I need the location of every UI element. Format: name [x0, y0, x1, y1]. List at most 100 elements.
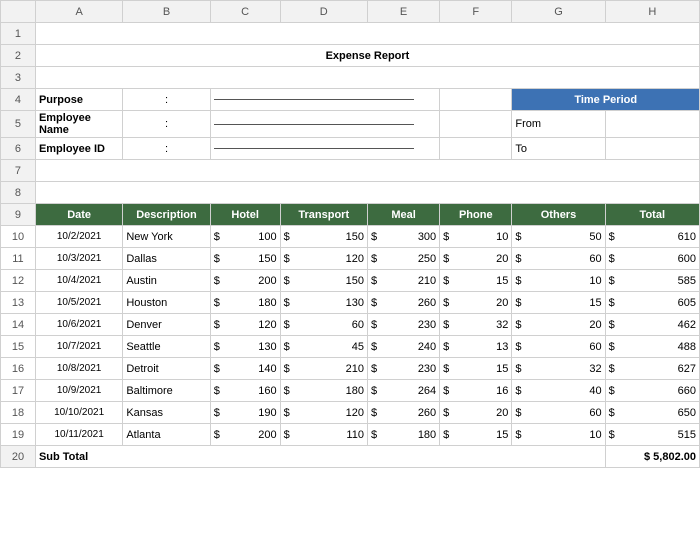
row-16: 16 10/8/2021 Detroit $140 $210 $230 $15 …: [1, 358, 700, 380]
employee-id-underline[interactable]: [214, 148, 414, 149]
row-num-19: 19: [1, 424, 36, 446]
phone-9: $15: [440, 424, 512, 446]
meal-5: $240: [367, 336, 439, 358]
hotel-7: $160: [210, 380, 280, 402]
date-6: 10/8/2021: [35, 358, 122, 380]
row-num-8: 8: [1, 182, 36, 204]
row6-gap: [440, 138, 512, 160]
phone-3: $20: [440, 292, 512, 314]
others-7: $40: [512, 380, 605, 402]
from-label: From: [512, 111, 605, 138]
desc-5: Seattle: [123, 336, 210, 358]
purpose-value[interactable]: [210, 89, 439, 111]
employee-name-underline[interactable]: [214, 124, 414, 125]
desc-2: Austin: [123, 270, 210, 292]
row-num-12: 12: [1, 270, 36, 292]
hotel-2: $200: [210, 270, 280, 292]
col-header-g: G: [512, 1, 605, 23]
row-1: 1: [1, 23, 700, 45]
phone-8: $20: [440, 402, 512, 424]
hotel-8: $190: [210, 402, 280, 424]
row-5: 5 Employee Name : From: [1, 111, 700, 138]
total-6: $627: [605, 358, 699, 380]
purpose-colon: :: [123, 89, 210, 111]
row-10: 10 10/2/2021 New York $100 $150 $300 $10…: [1, 226, 700, 248]
transport-8: $120: [280, 402, 367, 424]
row-11: 11 10/3/2021 Dallas $150 $120 $250 $20 $…: [1, 248, 700, 270]
hotel-6: $140: [210, 358, 280, 380]
meal-8: $260: [367, 402, 439, 424]
phone-4: $32: [440, 314, 512, 336]
th-description: Description: [123, 204, 210, 226]
row-3: 3: [1, 67, 700, 89]
total-4: $462: [605, 314, 699, 336]
desc-9: Atlanta: [123, 424, 210, 446]
from-value[interactable]: [605, 111, 699, 138]
row-13: 13 10/5/2021 Houston $180 $130 $260 $20 …: [1, 292, 700, 314]
total-3: $605: [605, 292, 699, 314]
row-num-20: 20: [1, 446, 36, 468]
others-3: $15: [512, 292, 605, 314]
date-5: 10/7/2021: [35, 336, 122, 358]
total-8: $650: [605, 402, 699, 424]
row-19: 19 10/11/2021 Atlanta $200 $110 $180 $15…: [1, 424, 700, 446]
others-5: $60: [512, 336, 605, 358]
subtotal-label: Sub Total: [35, 446, 605, 468]
sheet-table: A B C D E F G H 1 2 Expense Report: [0, 0, 700, 468]
col-header-e: E: [367, 1, 439, 23]
employee-id-label: Employee ID: [35, 138, 122, 160]
desc-4: Denver: [123, 314, 210, 336]
date-7: 10/9/2021: [35, 380, 122, 402]
meal-7: $264: [367, 380, 439, 402]
employee-id-value[interactable]: [210, 138, 439, 160]
col-header-a: A: [35, 1, 122, 23]
row-18: 18 10/10/2021 Kansas $190 $120 $260 $20 …: [1, 402, 700, 424]
row-7: 7: [1, 160, 700, 182]
to-value[interactable]: [605, 138, 699, 160]
hotel-9: $200: [210, 424, 280, 446]
row-num-9: 9: [1, 204, 36, 226]
transport-1: $120: [280, 248, 367, 270]
row-num-4: 4: [1, 89, 36, 111]
date-1: 10/3/2021: [35, 248, 122, 270]
others-9: $10: [512, 424, 605, 446]
purpose-underline[interactable]: [214, 99, 414, 100]
others-0: $50: [512, 226, 605, 248]
meal-1: $250: [367, 248, 439, 270]
row-8: 8: [1, 182, 700, 204]
desc-6: Detroit: [123, 358, 210, 380]
employee-name-value[interactable]: [210, 111, 439, 138]
transport-6: $210: [280, 358, 367, 380]
row-17: 17 10/9/2021 Baltimore $160 $180 $264 $1…: [1, 380, 700, 402]
desc-7: Baltimore: [123, 380, 210, 402]
row-num-18: 18: [1, 402, 36, 424]
col-header-b: B: [123, 1, 210, 23]
row-num-17: 17: [1, 380, 36, 402]
transport-0: $150: [280, 226, 367, 248]
phone-7: $16: [440, 380, 512, 402]
phone-1: $20: [440, 248, 512, 270]
total-5: $488: [605, 336, 699, 358]
time-period-header: Time Period: [512, 89, 700, 111]
date-3: 10/5/2021: [35, 292, 122, 314]
transport-7: $180: [280, 380, 367, 402]
row-num-1: 1: [1, 23, 36, 45]
phone-5: $13: [440, 336, 512, 358]
to-label: To: [512, 138, 605, 160]
hotel-3: $180: [210, 292, 280, 314]
meal-6: $230: [367, 358, 439, 380]
th-hotel: Hotel: [210, 204, 280, 226]
col-header-row: A B C D E F G H: [1, 1, 700, 23]
transport-9: $110: [280, 424, 367, 446]
transport-2: $150: [280, 270, 367, 292]
row-14: 14 10/6/2021 Denver $120 $60 $230 $32 $2…: [1, 314, 700, 336]
row7-content: [35, 160, 699, 182]
row-num-3: 3: [1, 67, 36, 89]
total-9: $515: [605, 424, 699, 446]
th-transport: Transport: [280, 204, 367, 226]
report-title: Expense Report: [35, 45, 699, 67]
col-header-h: H: [605, 1, 699, 23]
transport-5: $45: [280, 336, 367, 358]
meal-4: $230: [367, 314, 439, 336]
meal-9: $180: [367, 424, 439, 446]
